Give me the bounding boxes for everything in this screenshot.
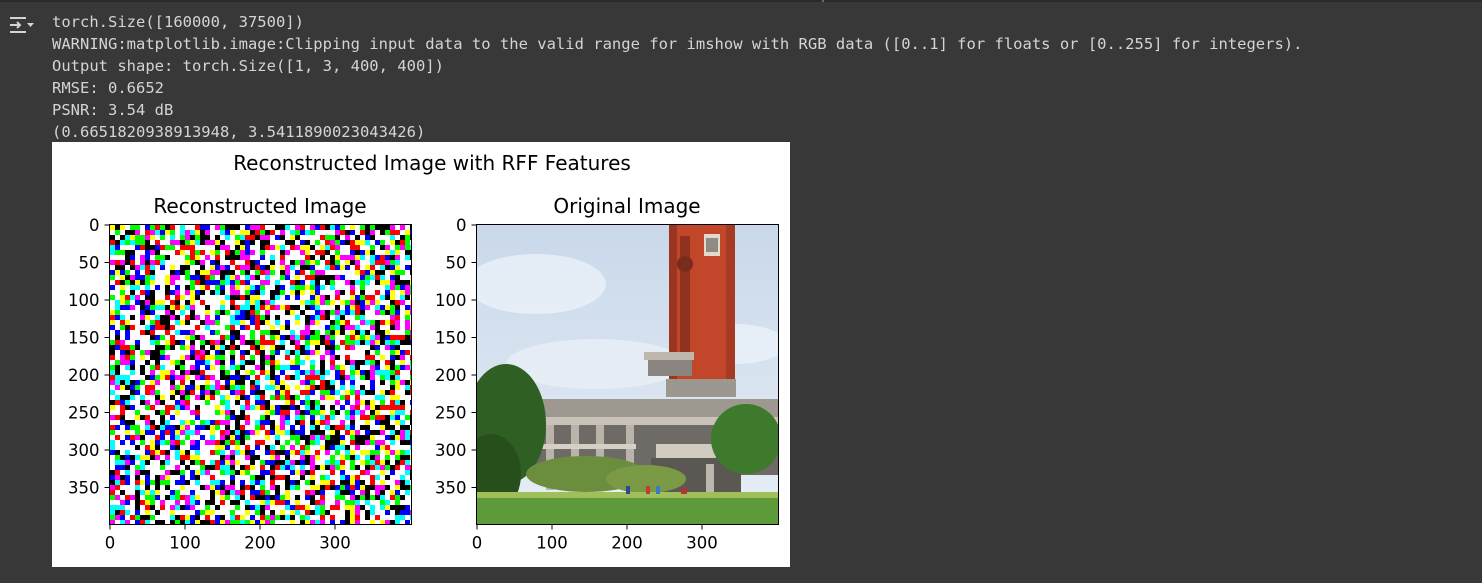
x-tick-label: 100	[169, 534, 201, 553]
y-tick-label: 0	[456, 216, 467, 235]
output-toggle-icon	[10, 17, 34, 33]
subplot-title-reconstructed: Reconstructed Image	[153, 194, 366, 218]
figure-canvas: Reconstructed Image with RFF Features Re…	[68, 151, 779, 553]
y-tick-label: 200	[435, 366, 467, 385]
output-line: PSNR: 3.54 dB	[52, 101, 174, 119]
y-tick-label: 350	[435, 479, 467, 498]
figure-suptitle: Reconstructed Image with RFF Features	[233, 151, 631, 175]
y-tick-label: 350	[68, 479, 100, 498]
x-tick-label: 200	[611, 534, 643, 553]
y-tick-label: 50	[79, 254, 100, 273]
reconstructed-image	[110, 225, 411, 524]
output-line: WARNING:matplotlib.image:Clipping input …	[52, 35, 1303, 53]
output-line: RMSE: 0.6652	[52, 79, 164, 97]
y-tick-label: 300	[68, 441, 100, 460]
x-tick-label: 0	[472, 534, 483, 553]
output-line: (0.6651820938913948, 3.5411890023043426)	[52, 123, 426, 141]
x-tick-label: 300	[686, 534, 718, 553]
cell-output-text: torch.Size([160000, 37500]) WARNING:matpl…	[52, 11, 1302, 143]
x-tick-label: 300	[319, 534, 351, 553]
y-tick-label: 150	[435, 329, 467, 348]
y-tick-label: 150	[68, 329, 100, 348]
y-tick-label: 50	[446, 254, 467, 273]
x-tick-label: 100	[536, 534, 568, 553]
y-tick-label: 100	[68, 291, 100, 310]
matplotlib-figure: Reconstructed Image with RFF Features Re…	[52, 142, 790, 567]
x-tick-label: 0	[105, 534, 116, 553]
cell-top-border	[0, 0, 1482, 2]
cell-border-marker	[822, 0, 824, 2]
output-line: Output shape: torch.Size([1, 3, 400, 400…	[52, 57, 444, 75]
y-tick-label: 0	[89, 216, 100, 235]
output-toggle-button[interactable]	[7, 12, 35, 38]
y-tick-label: 200	[68, 366, 100, 385]
y-tick-label: 250	[68, 404, 100, 423]
subplot-title-original: Original Image	[553, 194, 700, 218]
output-line: torch.Size([160000, 37500])	[52, 13, 304, 31]
x-tick-label: 200	[244, 534, 276, 553]
y-tick-label: 300	[435, 441, 467, 460]
y-tick-label: 100	[435, 291, 467, 310]
y-tick-label: 250	[435, 404, 467, 423]
original-image	[476, 224, 778, 525]
